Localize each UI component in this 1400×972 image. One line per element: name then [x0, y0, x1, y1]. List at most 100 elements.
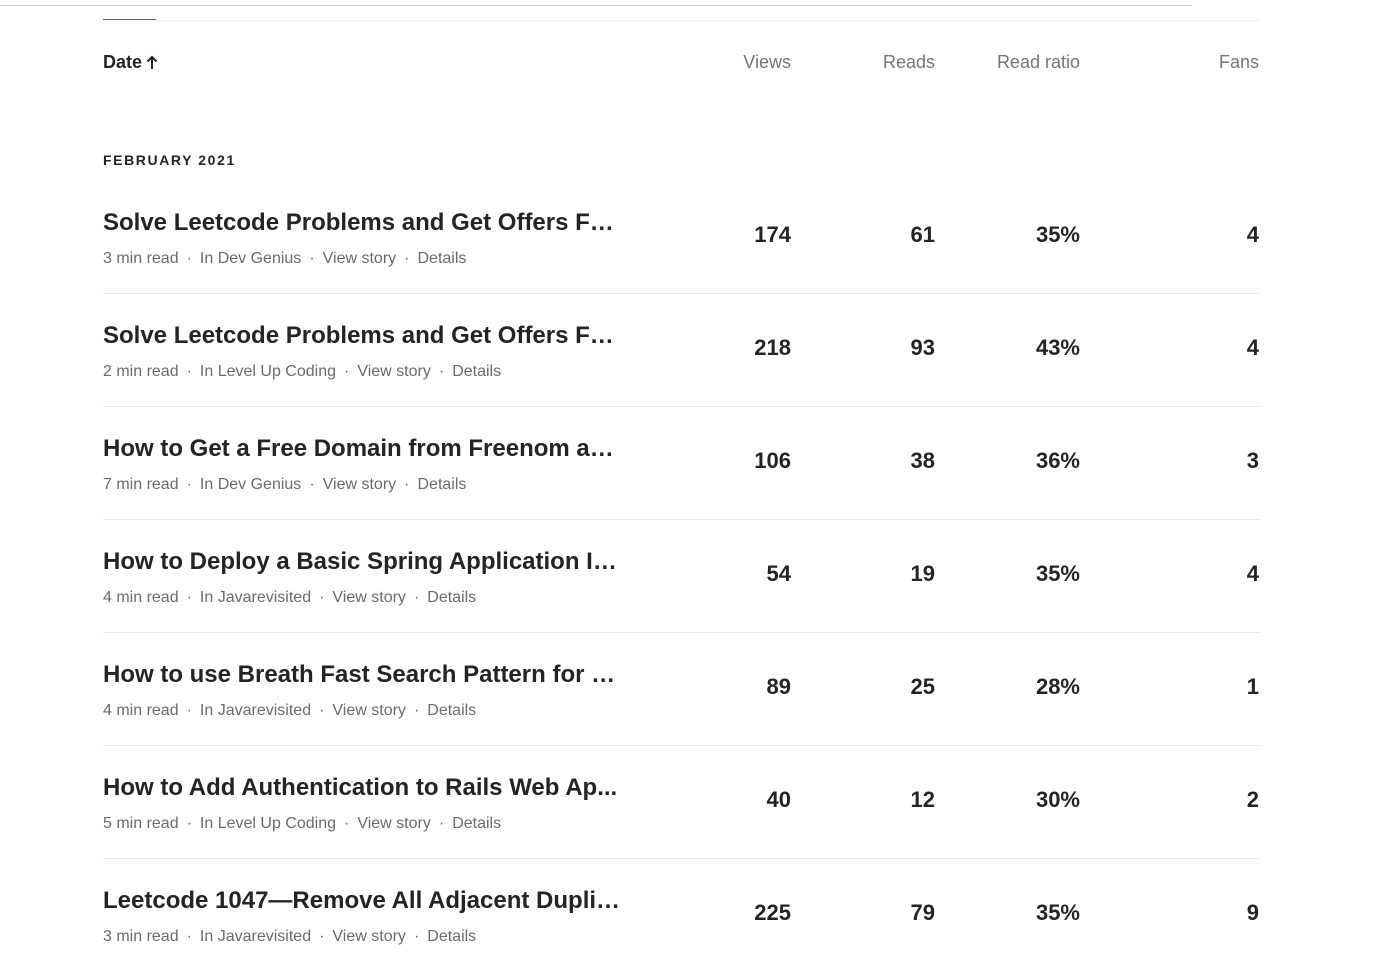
views-count: 225 [754, 900, 791, 925]
story-meta: 2 min read · In Level Up Coding · View s… [103, 363, 501, 381]
separator: · [186, 589, 192, 606]
views-count: 40 [766, 787, 791, 812]
story-title[interactable]: Solve Leetcode Problems and Get Offers F… [103, 322, 623, 350]
publication-link[interactable]: In Dev Genius [200, 476, 301, 494]
views-count: 174 [754, 222, 791, 247]
separator: · [186, 928, 192, 945]
separator: · [404, 476, 410, 493]
view-story-link[interactable]: View story [332, 589, 406, 607]
views-column-header[interactable]: Views [743, 52, 791, 73]
reads-count: 79 [910, 900, 935, 925]
view-story-link[interactable]: View story [323, 476, 397, 494]
view-story-link[interactable]: View story [323, 250, 397, 268]
table-row: How to use Breath Fast Search Pattern fo… [103, 633, 1260, 746]
read-time: 7 min read [103, 476, 179, 493]
read-time: 5 min read [103, 815, 179, 832]
details-link[interactable]: Details [452, 815, 501, 833]
reads-count: 61 [910, 222, 935, 247]
read-time: 2 min read [103, 363, 179, 380]
separator: · [319, 702, 325, 719]
fans-count: 4 [1246, 222, 1259, 247]
separator: · [438, 815, 445, 832]
details-link[interactable]: Details [417, 250, 466, 268]
arrow-up-icon [146, 55, 158, 71]
fans-count: 4 [1246, 561, 1259, 586]
fans-column-header[interactable]: Fans [1219, 52, 1259, 73]
table-row: How to Add Authentication to Rails Web A… [103, 746, 1260, 859]
reads-count: 93 [910, 335, 935, 360]
story-meta: 7 min read · In Dev Genius · View story … [103, 476, 466, 494]
story-meta: 3 min read · In Javarevisited · View sto… [103, 928, 476, 946]
details-link[interactable]: Details [452, 363, 501, 381]
tab-divider [103, 20, 1260, 21]
separator: · [309, 250, 315, 267]
separator: · [186, 702, 192, 719]
read-ratio: 28% [1035, 674, 1080, 699]
publication-link[interactable]: In Level Up Coding [200, 363, 336, 381]
details-link[interactable]: Details [427, 928, 476, 946]
publication-link[interactable]: In Dev Genius [200, 250, 301, 268]
story-title[interactable]: How to Add Authentication to Rails Web A… [103, 774, 617, 802]
read-time: 4 min read [103, 589, 179, 606]
separator: · [186, 250, 192, 267]
read-ratio-column-header[interactable]: Read ratio [997, 52, 1080, 73]
month-group-label: FEBRUARY 2021 [103, 152, 236, 168]
separator: · [309, 476, 315, 493]
fans-count: 4 [1246, 335, 1259, 360]
read-time: 3 min read [103, 928, 179, 945]
separator: · [438, 363, 445, 380]
top-border [0, 5, 1192, 6]
table-row: Solve Leetcode Problems and Get Offers F… [103, 294, 1260, 407]
separator: · [344, 815, 350, 832]
separator: · [344, 363, 350, 380]
table-row: How to Deploy a Basic Spring Application… [103, 520, 1260, 633]
fans-count: 2 [1246, 787, 1259, 812]
view-story-link[interactable]: View story [332, 702, 406, 720]
details-link[interactable]: Details [417, 476, 466, 494]
view-story-link[interactable]: View story [357, 815, 431, 833]
story-rows: Solve Leetcode Problems and Get Offers F… [103, 181, 1260, 972]
reads-count: 25 [910, 674, 935, 699]
story-title[interactable]: How to Deploy a Basic Spring Application… [103, 548, 623, 576]
reads-count: 19 [910, 561, 935, 586]
sort-by-date-button[interactable]: Date [103, 52, 158, 73]
views-count: 218 [754, 335, 791, 360]
reads-column-header[interactable]: Reads [883, 52, 935, 73]
table-row: How to Get a Free Domain from Freenom an… [103, 407, 1260, 520]
publication-link[interactable]: In Javarevisited [200, 589, 311, 607]
fans-count: 1 [1246, 674, 1259, 699]
read-ratio: 35% [1035, 561, 1080, 586]
date-column-label: Date [103, 52, 143, 72]
read-ratio: 35% [1035, 222, 1080, 247]
separator: · [413, 589, 420, 606]
views-count: 106 [754, 448, 791, 473]
table-row: Leetcode 1047—Remove All Adjacent Duplic… [103, 859, 1260, 972]
separator: · [186, 363, 192, 380]
table-row: Solve Leetcode Problems and Get Offers F… [103, 181, 1260, 294]
story-meta: 3 min read · In Dev Genius · View story … [103, 250, 466, 268]
story-meta: 5 min read · In Level Up Coding · View s… [103, 815, 501, 833]
read-time: 4 min read [103, 702, 179, 719]
read-time: 3 min read [103, 250, 179, 267]
view-story-link[interactable]: View story [332, 928, 406, 946]
details-link[interactable]: Details [427, 589, 476, 607]
publication-link[interactable]: In Javarevisited [200, 928, 311, 946]
story-title[interactable]: Leetcode 1047—Remove All Adjacent Duplic… [103, 887, 623, 915]
details-link[interactable]: Details [427, 702, 476, 720]
publication-link[interactable]: In Javarevisited [200, 702, 311, 720]
separator: · [186, 815, 192, 832]
view-story-link[interactable]: View story [357, 363, 431, 381]
story-meta: 4 min read · In Javarevisited · View sto… [103, 589, 476, 607]
separator: · [413, 928, 420, 945]
story-title[interactable]: How to Get a Free Domain from Freenom an… [103, 435, 623, 463]
read-ratio: 35% [1035, 900, 1080, 925]
story-meta: 4 min read · In Javarevisited · View sto… [103, 702, 476, 720]
story-title[interactable]: Solve Leetcode Problems and Get Offers F… [103, 209, 623, 237]
read-ratio: 30% [1035, 787, 1080, 812]
publication-link[interactable]: In Level Up Coding [200, 815, 336, 833]
fans-count: 9 [1246, 900, 1259, 925]
read-ratio: 36% [1035, 448, 1080, 473]
views-count: 89 [766, 674, 791, 699]
reads-count: 12 [910, 787, 935, 812]
story-title[interactable]: How to use Breath Fast Search Pattern fo… [103, 661, 623, 689]
